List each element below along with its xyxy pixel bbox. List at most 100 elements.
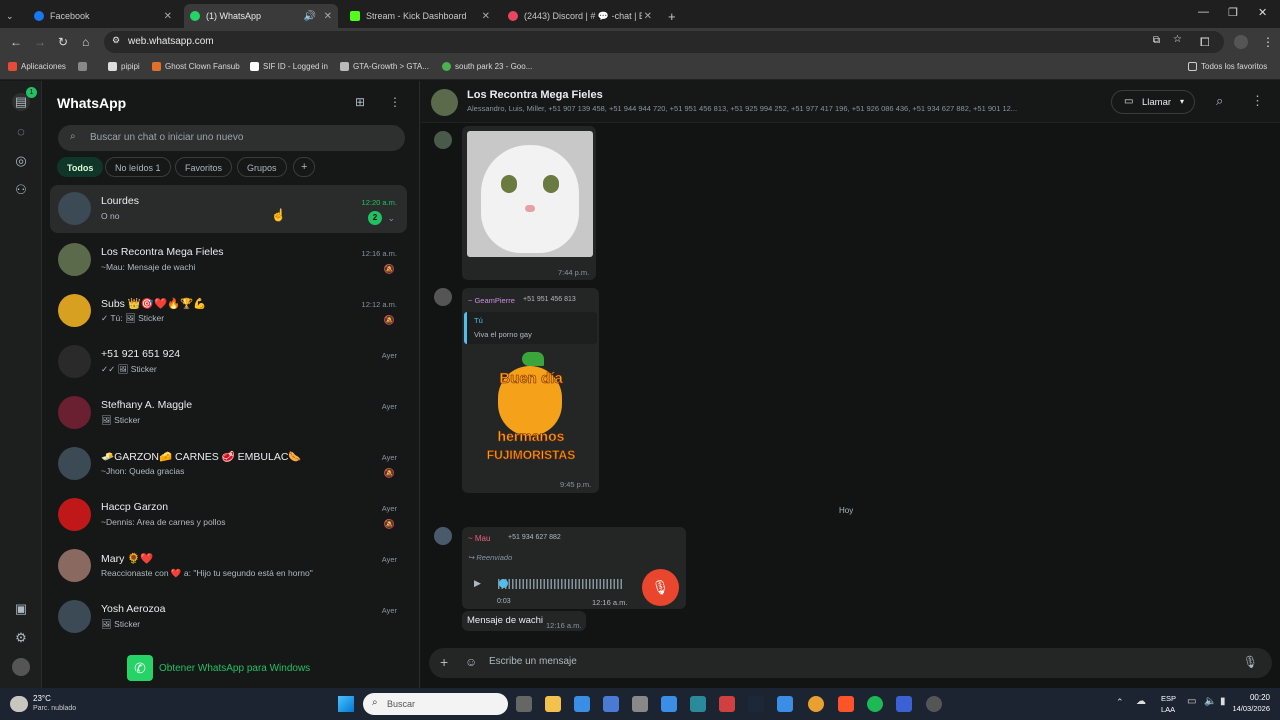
site-info-icon[interactable]: ⚙ [112,35,120,46]
menu-icon[interactable]: ⋮ [1262,35,1274,49]
filter-favoritos[interactable]: Favoritos [175,157,233,177]
speaker-icon[interactable]: 🔊 [304,11,316,22]
sticker-icon[interactable]: ☺ [465,655,477,669]
conversation-header[interactable]: Los Recontra Mega Fieles Alessandro, Lui… [421,81,1280,123]
cloud-icon[interactable]: ☁ [1136,696,1146,707]
close-icon[interactable]: ✕ [482,11,490,22]
back-icon[interactable]: ← [10,35,22,49]
avatar[interactable] [58,243,91,276]
avatar[interactable] [58,447,91,480]
avatar[interactable] [58,345,91,378]
call-button[interactable]: ▭ Llamar ▾ [1111,90,1195,114]
filter-add[interactable]: + [293,157,316,177]
bookmark-sif-id[interactable]: SIF ID - Logged in [250,62,328,71]
close-icon[interactable]: ✕ [644,11,652,22]
app-icon[interactable] [926,696,942,712]
get-whatsapp-windows-link[interactable]: ✆ Obtener WhatsApp para Windows [127,655,310,681]
cat-image[interactable] [467,131,593,257]
steam-icon[interactable] [748,696,764,712]
profile-avatar[interactable] [12,658,30,676]
app-icon[interactable] [896,696,912,712]
bookmark-all-favorites[interactable]: Todos los favoritos [1188,62,1267,71]
image-message[interactable]: 7:44 p.m. [462,126,596,280]
chrome-icon[interactable] [808,696,824,712]
network-icon[interactable]: ▭ [1187,696,1196,707]
avatar[interactable] [58,192,91,225]
message-input[interactable]: Escribe un mensaje [489,656,577,667]
attach-plus-icon[interactable]: + [440,654,448,670]
status-icon[interactable]: ◌ [12,123,30,141]
chat-list-item[interactable]: +51 921 651 924 ✓✓ 🖼 Sticker Ayer [50,338,407,386]
tab-kick[interactable]: Stream - Kick Dashboard ✕ [344,4,496,28]
media-icon[interactable]: ▣ [12,600,30,618]
chevron-up-icon[interactable]: ⌃ [1116,697,1124,708]
voice-waveform[interactable] [498,579,624,589]
language-indicator[interactable]: ESP [1161,694,1176,703]
mail-icon[interactable] [661,696,677,712]
bookmark-star-icon[interactable]: ☆ [1173,34,1182,45]
clock-time[interactable]: 00:20 [1220,693,1270,702]
settings-icon[interactable] [632,696,648,712]
close-icon[interactable]: ✕ [324,11,332,22]
bookmark-grid[interactable] [78,62,91,71]
capcut-icon[interactable] [719,696,735,712]
reload-icon[interactable]: ↻ [58,35,68,49]
play-icon[interactable]: ▶ [474,578,481,589]
chat-list-item[interactable]: Lourdes O no 12:20 a.m. 2 ⌄ [50,185,407,233]
new-chat-icon[interactable]: ⊞ [355,95,365,109]
voice-message[interactable]: ~ Mau +51 934 627 882 ↪ Reenviado ▶ 0:03… [462,527,686,609]
bookmark-gta[interactable]: GTA-Growth > GTA... [340,62,429,71]
message-composer[interactable]: + ☺ Escribe un mensaje 🎙 [429,648,1272,678]
sender-name[interactable]: ~ GeamPierre [468,296,515,305]
chat-list-item[interactable]: Mary 🌻❤️ Reaccionaste con ❤️ a: "Hijo tu … [50,542,407,590]
close-window-icon[interactable]: ✕ [1258,6,1267,19]
sender-name[interactable]: ~ Mau [468,534,490,543]
quoted-message[interactable]: Tú Viva el porno gay [464,312,597,344]
calculator-icon[interactable] [603,696,619,712]
new-tab-button[interactable]: + [662,4,682,28]
menu-icon[interactable]: ⋮ [1251,93,1264,109]
avatar[interactable] [58,294,91,327]
volume-icon[interactable]: 🔈 [1204,696,1216,707]
brave-icon[interactable] [838,696,854,712]
url-input[interactable]: ⚙ web.whatsapp.com ⧉ ☆ [104,31,1224,53]
text-message[interactable]: Mensaje de wachi 12:16 a.m. [462,611,586,631]
filter-todos[interactable]: Todos [57,157,104,177]
playback-slider[interactable] [499,579,508,588]
profile-avatar[interactable] [1234,35,1248,49]
search-icon[interactable]: ⌕ [1216,93,1223,109]
close-icon[interactable]: ✕ [164,11,172,22]
chat-list-item[interactable]: Subs 👑🎯❤️🔥🏆💪 ✓ Tú: 🖼 Sticker 12:12 a.m. 🔕 [50,287,407,335]
weather-icon[interactable] [10,696,28,712]
avatar[interactable] [58,396,91,429]
tab-whatsapp[interactable]: (1) WhatsApp 🔊 ✕ [184,4,338,28]
avatar[interactable] [58,600,91,633]
filter-no-leidos[interactable]: No leídos 1 [105,157,171,177]
bookmark-ghost-clown[interactable]: Ghost Clown Fansub [152,62,240,71]
sticker-message[interactable]: ~ GeamPierre +51 951 456 813 Tú Viva el … [462,288,599,493]
group-avatar[interactable] [431,89,458,116]
notepad-icon[interactable] [777,696,793,712]
file-explorer-icon[interactable] [545,696,561,712]
communities-icon[interactable]: ⚇ [12,181,30,199]
menu-icon[interactable]: ⋮ [389,95,401,109]
tab-facebook[interactable]: Facebook ✕ [28,4,178,28]
chat-list-item[interactable]: Stefhany A. Maggle 🖼 Sticker Ayer [50,389,407,437]
chats-icon[interactable]: ▤ 1 [12,87,37,111]
forward-icon[interactable]: → [34,35,46,49]
microphone-icon[interactable]: 🎙 [1243,655,1258,669]
install-app-icon[interactable]: ⧉ [1153,35,1160,46]
start-icon[interactable] [338,696,354,712]
home-icon[interactable]: ⌂ [82,35,89,49]
avatar[interactable] [58,498,91,531]
taskbar-search[interactable]: ⌕ Buscar [363,693,508,715]
chat-list-item[interactable]: 🧈GARZON🧀 CARNES 🥩 EMBULAC🌭 ~Jhon: Queda g… [50,440,407,488]
extensions-icon[interactable]: ⧠ [1200,35,1210,50]
avatar[interactable] [58,549,91,582]
photos-icon[interactable] [574,696,590,712]
chat-list-item[interactable]: Yosh Aerozoa 🖼 Sticker Ayer [50,593,407,641]
snipping-tool-icon[interactable] [690,696,706,712]
chat-list-item[interactable]: Los Recontra Mega Fieles ~Mau: Mensaje de… [50,236,407,284]
maximize-icon[interactable]: ❐ [1228,6,1238,19]
channels-icon[interactable]: ◎ [12,152,30,170]
